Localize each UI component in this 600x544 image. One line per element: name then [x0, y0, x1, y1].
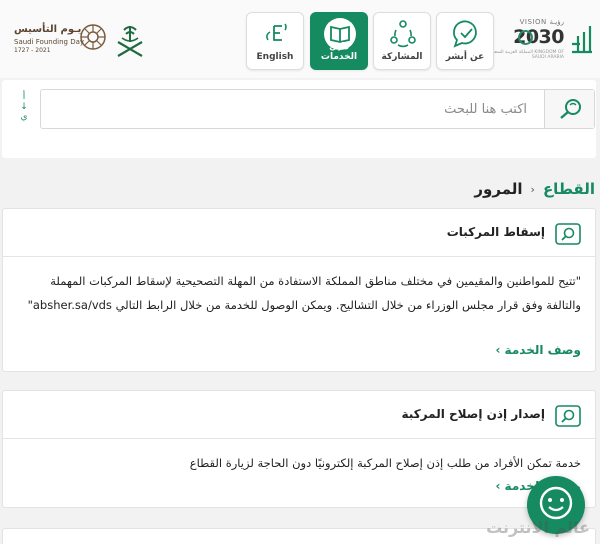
search-icon	[560, 99, 581, 119]
founding-day-logo: يـوم التأسيس Saudi Founding Day 1727 - 2…	[8, 20, 108, 62]
service-card-header: إسقاط المركبات	[3, 209, 595, 257]
saudi-emblem-icon	[117, 26, 143, 57]
breadcrumb-current: المرور	[474, 180, 523, 198]
service-description: "تتيح للمواطنين والمقيمين في مختلف مناطق…	[27, 274, 581, 312]
vision-top-text: VISION رؤيـة	[519, 18, 564, 26]
founding-day-mark-icon	[80, 24, 106, 50]
service-card-header: إصدار إذن إصلاح المركبة	[3, 391, 595, 439]
alpha-index-arrow: ↓	[20, 102, 28, 112]
service-details-link[interactable]: وصف الخدمة ›	[495, 343, 581, 357]
vision-ring-icon	[518, 30, 533, 45]
vision-2030-logo: VISION رؤيـة 2030 المملكة العربية السعود…	[486, 14, 565, 60]
top-header: VISION رؤيـة 2030 المملكة العربية السعود…	[0, 0, 600, 78]
nav-about-absher[interactable]: عن أبشر	[436, 12, 494, 70]
search-button[interactable]	[544, 90, 594, 128]
watermark-text: عالم الانترنت	[486, 518, 590, 537]
watermark-logo: عالم الانترنت	[480, 508, 600, 544]
chat-bubble-check-icon	[453, 20, 477, 48]
founding-day-ar: يـوم التأسيس	[14, 24, 82, 35]
alpha-index-top[interactable]: أ	[14, 92, 34, 102]
breadcrumb-separator: ›	[530, 182, 535, 196]
search-input[interactable]	[41, 90, 541, 128]
nav-participation-label: المشاركة	[381, 52, 423, 62]
service-search-icon	[555, 405, 581, 427]
service-title[interactable]: إسقاط المركبات	[447, 225, 545, 239]
absher-logo-icon[interactable]	[568, 22, 594, 58]
vision-caption: المملكة العربية السعودية KINGDOM OF SAUD…	[486, 50, 564, 60]
service-title[interactable]: إصدار إذن إصلاح المركبة	[402, 407, 545, 421]
nav-participation[interactable]: المشاركة	[373, 12, 431, 70]
service-card: إصدار إذن إصلاح المركبة خدمة تمكن الأفرا…	[2, 390, 596, 508]
founding-day-years: 1727 - 2021	[14, 47, 51, 54]
service-description: خدمة تمكن الأفراد من طلب إذن إصلاح المرك…	[189, 456, 581, 470]
nav-services-guide[interactable]: دليل الخدمات	[310, 12, 368, 70]
breadcrumb-sector-link[interactable]: القطاع	[543, 180, 595, 198]
alpha-index-bottom[interactable]: ي	[14, 112, 34, 122]
search-box	[40, 89, 595, 129]
nav-english[interactable]: English	[246, 12, 304, 70]
alpha-index[interactable]: أ ↓ ي	[14, 92, 34, 132]
people-network-icon	[390, 20, 416, 48]
service-card: إسقاط المركبات "تتيح للمواطنين والمقيمين…	[2, 208, 596, 372]
breadcrumb: القطاع › المرور	[474, 178, 595, 200]
nav-english-label: English	[256, 52, 294, 62]
nav-services-guide-label: دليل الخدمات	[320, 42, 358, 62]
nav-about-label: عن أبشر	[445, 52, 485, 62]
founding-day-en: Saudi Founding Day	[14, 38, 85, 46]
language-e-icon	[266, 23, 287, 41]
search-panel: أ ↓ ي	[2, 80, 596, 158]
service-search-icon	[555, 223, 581, 245]
